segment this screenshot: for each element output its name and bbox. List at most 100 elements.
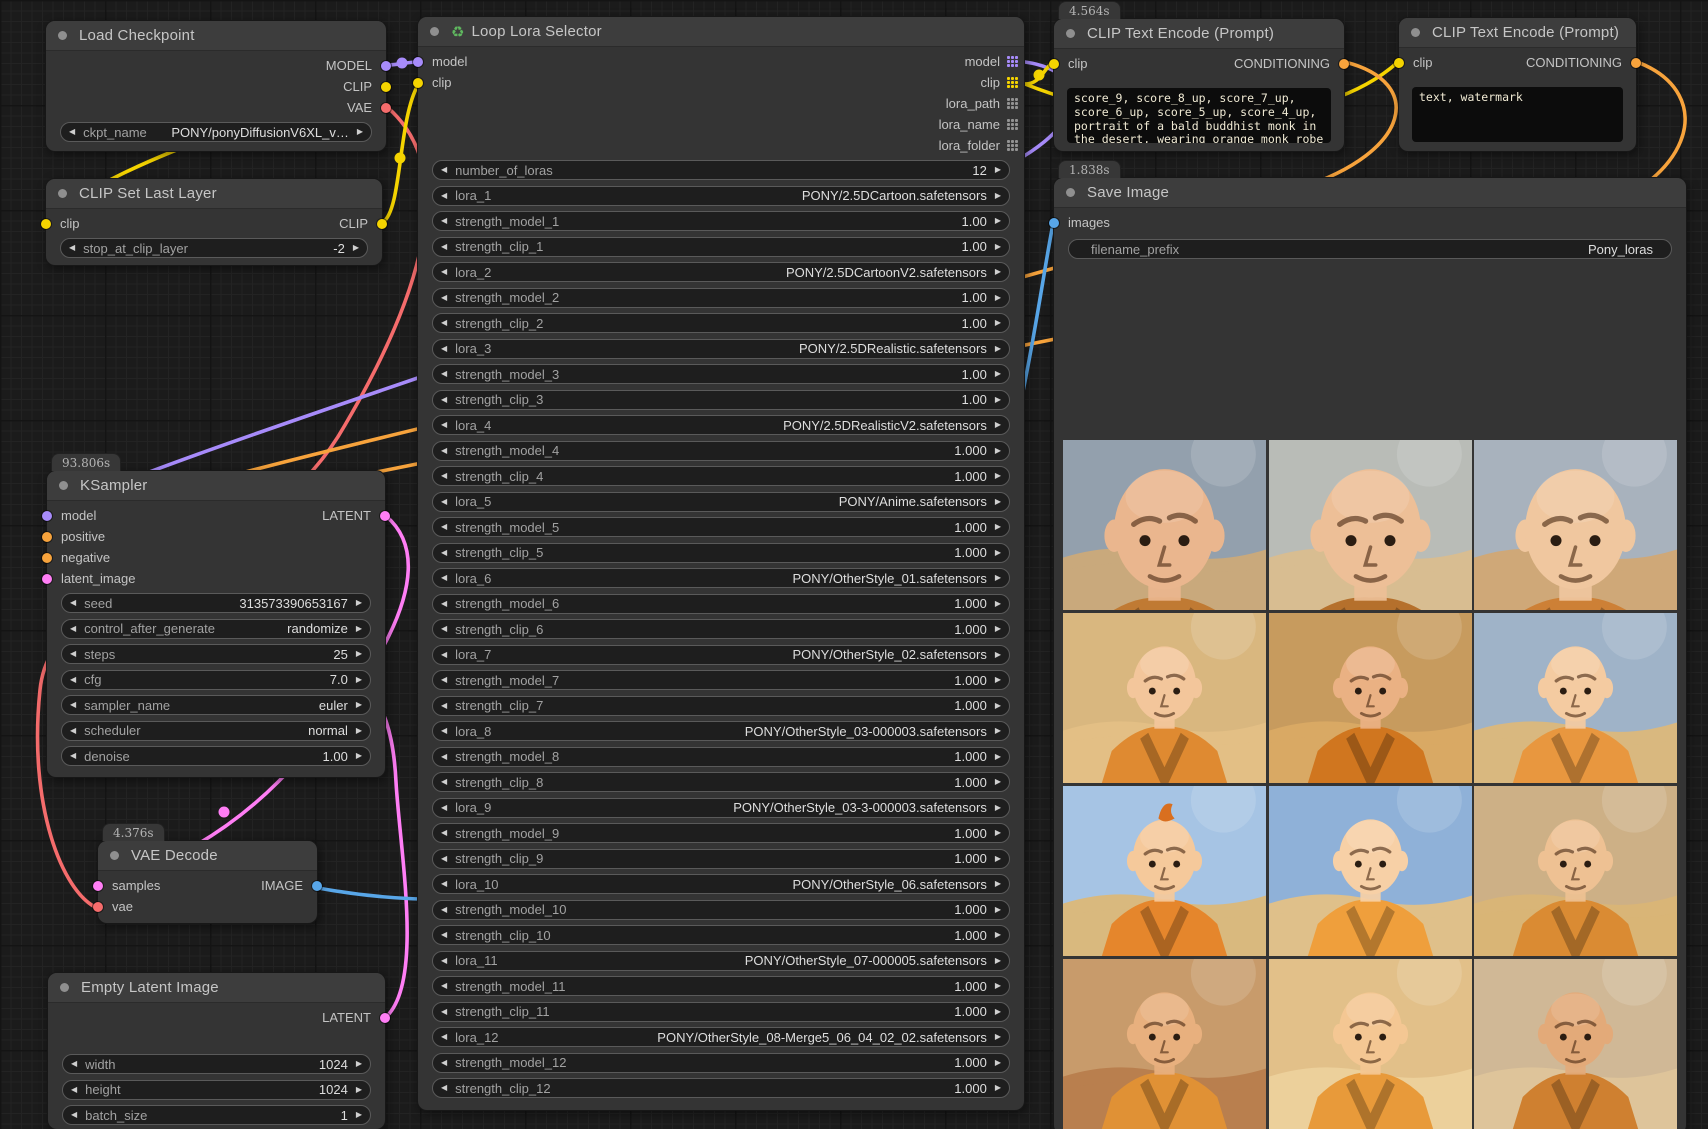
decrement-arrow-icon[interactable]: ◀ <box>441 982 447 990</box>
widget-lora_3[interactable]: ◀lora_3PONY/2.5DRealistic.safetensors▶ <box>432 339 1010 359</box>
collapse-dot-icon[interactable] <box>110 851 119 860</box>
widget-ckpt_name[interactable]: ◀ckpt_namePONY/ponyDiffusionV6XL_v…▶ <box>60 122 372 142</box>
collapse-dot-icon[interactable] <box>1066 188 1075 197</box>
input-dot-model[interactable] <box>413 57 423 67</box>
increment-arrow-icon[interactable]: ▶ <box>995 345 1001 353</box>
widget-lora_2[interactable]: ◀lora_2PONY/2.5DCartoonV2.safetensors▶ <box>432 262 1010 282</box>
decrement-arrow-icon[interactable]: ◀ <box>441 727 447 735</box>
decrement-arrow-icon[interactable]: ◀ <box>441 1084 447 1092</box>
decrement-arrow-icon[interactable]: ◀ <box>441 574 447 582</box>
collapse-dot-icon[interactable] <box>58 31 67 40</box>
input-dot-latent[interactable] <box>42 574 52 584</box>
decrement-arrow-icon[interactable]: ◀ <box>70 650 76 658</box>
widget-value[interactable]: 1.000 <box>558 1004 987 1019</box>
widget-value[interactable]: PONY/OtherStyle_03-000003.safetensors <box>499 724 987 739</box>
output-dot-clip[interactable] <box>377 219 387 229</box>
output-slot-IMAGE[interactable]: IMAGE <box>261 875 317 896</box>
increment-arrow-icon[interactable]: ▶ <box>995 625 1001 633</box>
increment-arrow-icon[interactable]: ▶ <box>356 752 362 760</box>
widget-value[interactable]: 1.000 <box>574 979 987 994</box>
decrement-arrow-icon[interactable]: ◀ <box>70 599 76 607</box>
decrement-arrow-icon[interactable]: ◀ <box>441 855 447 863</box>
output-dot-image[interactable] <box>312 881 322 891</box>
widget-strength_model_2[interactable]: ◀strength_model_21.00▶ <box>432 288 1010 308</box>
widget-strength_clip_9[interactable]: ◀strength_clip_91.000▶ <box>432 849 1010 869</box>
decrement-arrow-icon[interactable]: ◀ <box>441 243 447 251</box>
widget-value[interactable]: 25 <box>123 647 348 662</box>
widget-value[interactable]: PONY/OtherStyle_06.safetensors <box>507 877 987 892</box>
increment-arrow-icon[interactable]: ▶ <box>356 701 362 709</box>
widget-value[interactable]: PONY/OtherStyle_07-000005.safetensors <box>506 953 987 968</box>
collapse-dot-icon[interactable] <box>430 27 439 36</box>
input-dot-image[interactable] <box>1049 218 1059 228</box>
decrement-arrow-icon[interactable]: ◀ <box>441 217 447 225</box>
widget-scheduler[interactable]: ◀schedulernormal▶ <box>61 721 371 741</box>
decrement-arrow-icon[interactable]: ◀ <box>441 804 447 812</box>
widget-value[interactable]: Pony_loras <box>1187 242 1653 257</box>
widget-sampler_name[interactable]: ◀sampler_nameeuler▶ <box>61 695 371 715</box>
increment-arrow-icon[interactable]: ▶ <box>995 702 1001 710</box>
increment-arrow-icon[interactable]: ▶ <box>995 1059 1001 1067</box>
node-header[interactable]: CLIP Text Encode (Prompt) <box>1054 19 1344 49</box>
input-dot-conditioning[interactable] <box>42 553 52 563</box>
increment-arrow-icon[interactable]: ▶ <box>995 804 1001 812</box>
widget-value[interactable]: 1.000 <box>574 902 986 917</box>
widget-seed[interactable]: ◀seed313573390653167▶ <box>61 593 371 613</box>
increment-arrow-icon[interactable]: ▶ <box>357 128 363 136</box>
widget-value[interactable]: PONY/Anime.safetensors <box>499 494 987 509</box>
collapse-dot-icon[interactable] <box>1066 29 1075 38</box>
decrement-arrow-icon[interactable]: ◀ <box>441 421 447 429</box>
widget-control_after_generate[interactable]: ◀control_after_generaterandomize▶ <box>61 619 371 639</box>
increment-arrow-icon[interactable]: ▶ <box>995 753 1001 761</box>
widget-value[interactable]: PONY/2.5DRealistic.safetensors <box>499 341 987 356</box>
increment-arrow-icon[interactable]: ▶ <box>995 396 1001 404</box>
input-dot-clip[interactable] <box>1049 59 1059 69</box>
widget-value[interactable]: 1.000 <box>567 826 987 841</box>
node-header[interactable]: Empty Latent Image <box>48 973 385 1003</box>
increment-arrow-icon[interactable]: ▶ <box>995 421 1001 429</box>
widget-lora_9[interactable]: ◀lora_9PONY/OtherStyle_03-3-000003.safet… <box>432 798 1010 818</box>
widget-batch_size[interactable]: ◀batch_size1▶ <box>62 1105 371 1125</box>
collapse-dot-icon[interactable] <box>59 481 68 490</box>
input-dot-clip[interactable] <box>413 78 423 88</box>
node-empty-latent-image[interactable]: Empty Latent Image LATENT ◀width1024▶◀he… <box>47 972 386 1129</box>
widget-value[interactable]: 7.0 <box>110 672 348 687</box>
widget-value[interactable]: 1.00 <box>551 239 987 254</box>
widget-strength_model_8[interactable]: ◀strength_model_81.000▶ <box>432 747 1010 767</box>
node-clip-set-last-layer[interactable]: CLIP Set Last Layer clipCLIP ◀stop_at_cl… <box>45 178 383 266</box>
input-dot-conditioning[interactable] <box>42 532 52 542</box>
node-loop-lora-selector[interactable]: ♻ Loop Lora Selector modelmodelclipclipl… <box>417 16 1025 1111</box>
output-slot-clip[interactable]: clip <box>980 72 1024 93</box>
widget-lora_8[interactable]: ◀lora_8PONY/OtherStyle_03-000003.safeten… <box>432 721 1010 741</box>
increment-arrow-icon[interactable]: ▶ <box>353 244 359 252</box>
decrement-arrow-icon[interactable]: ◀ <box>441 1033 447 1041</box>
increment-arrow-icon[interactable]: ▶ <box>995 676 1001 684</box>
widget-strength_model_3[interactable]: ◀strength_model_31.00▶ <box>432 364 1010 384</box>
widget-value[interactable]: 1.00 <box>551 392 987 407</box>
collapse-dot-icon[interactable] <box>58 189 67 198</box>
list-output-grid-icon[interactable] <box>1007 77 1018 88</box>
input-dot-clip[interactable] <box>41 219 51 229</box>
decrement-arrow-icon[interactable]: ◀ <box>441 396 447 404</box>
increment-arrow-icon[interactable]: ▶ <box>995 192 1001 200</box>
input-dot-vae[interactable] <box>93 902 103 912</box>
widget-strength_clip_11[interactable]: ◀strength_clip_111.000▶ <box>432 1002 1010 1022</box>
widget-value[interactable]: 1.000 <box>574 1055 986 1070</box>
widget-value[interactable]: 1.000 <box>551 775 987 790</box>
output-dot-vae[interactable] <box>381 103 391 113</box>
list-output-grid-icon[interactable] <box>1007 140 1018 151</box>
widget-lora_10[interactable]: ◀lora_10PONY/OtherStyle_06.safetensors▶ <box>432 874 1010 894</box>
collapse-dot-icon[interactable] <box>1411 28 1420 37</box>
node-clip-text-encode-negative[interactable]: CLIP Text Encode (Prompt) clipCONDITIONI… <box>1398 17 1637 152</box>
widget-denoise[interactable]: ◀denoise1.00▶ <box>61 746 371 766</box>
widget-value[interactable]: PONY/OtherStyle_02.safetensors <box>499 647 987 662</box>
decrement-arrow-icon[interactable]: ◀ <box>441 319 447 327</box>
output-slot-VAE[interactable]: VAE <box>347 97 386 118</box>
node-header[interactable]: Load Checkpoint <box>46 21 386 51</box>
widget-value[interactable]: 1.00 <box>551 316 987 331</box>
decrement-arrow-icon[interactable]: ◀ <box>71 1111 77 1119</box>
widget-value[interactable]: PONY/2.5DCartoon.safetensors <box>499 188 987 203</box>
node-load-checkpoint[interactable]: Load Checkpoint MODELCLIPVAE ◀ckpt_nameP… <box>45 20 387 152</box>
widget-value[interactable]: 1.000 <box>551 545 987 560</box>
widget-strength_clip_10[interactable]: ◀strength_clip_101.000▶ <box>432 925 1010 945</box>
